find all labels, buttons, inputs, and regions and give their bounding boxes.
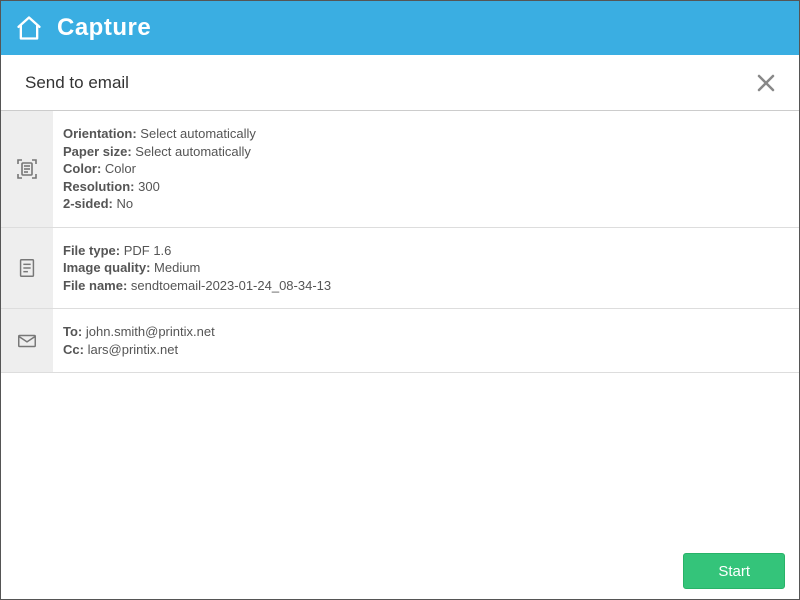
file-type-label: File type: — [63, 243, 120, 258]
start-button[interactable]: Start — [683, 553, 785, 589]
cc-label: Cc: — [63, 342, 84, 357]
color-value: Color — [105, 161, 136, 176]
home-icon[interactable] — [15, 14, 43, 42]
image-quality-value: Medium — [154, 260, 200, 275]
scan-settings-body: Orientation: Select automatically Paper … — [53, 111, 799, 227]
file-name-label: File name: — [63, 278, 127, 293]
orientation-value: Select automatically — [140, 126, 256, 141]
resolution-value: 300 — [138, 179, 160, 194]
close-icon[interactable] — [751, 68, 781, 98]
scan-icon — [1, 111, 53, 227]
document-icon — [1, 228, 53, 309]
envelope-icon — [1, 309, 53, 372]
paper-size-label: Paper size: — [63, 144, 132, 159]
footer: Start — [1, 543, 799, 599]
file-name-value: sendtoemail-2023-01-24_08-34-13 — [131, 278, 331, 293]
cc-value: lars@printix.net — [88, 342, 179, 357]
app-title: Capture — [57, 14, 151, 42]
resolution-label: Resolution: — [63, 179, 135, 194]
file-settings-section[interactable]: File type: PDF 1.6 Image quality: Medium… — [1, 228, 799, 310]
scan-settings-section[interactable]: Orientation: Select automatically Paper … — [1, 111, 799, 228]
to-value: john.smith@printix.net — [86, 324, 215, 339]
to-label: To: — [63, 324, 82, 339]
color-label: Color: — [63, 161, 101, 176]
file-type-value: PDF 1.6 — [124, 243, 172, 258]
two-sided-value: No — [116, 196, 133, 211]
page-subheader: Send to email — [1, 55, 799, 111]
app-header: Capture — [1, 1, 799, 55]
content-area: Orientation: Select automatically Paper … — [1, 111, 799, 543]
image-quality-label: Image quality: — [63, 260, 150, 275]
two-sided-label: 2-sided: — [63, 196, 113, 211]
paper-size-value: Select automatically — [135, 144, 251, 159]
file-settings-body: File type: PDF 1.6 Image quality: Medium… — [53, 228, 799, 309]
page-title: Send to email — [25, 73, 129, 93]
email-body: To: john.smith@printix.net Cc: lars@prin… — [53, 309, 799, 372]
email-section[interactable]: To: john.smith@printix.net Cc: lars@prin… — [1, 309, 799, 373]
orientation-label: Orientation: — [63, 126, 137, 141]
